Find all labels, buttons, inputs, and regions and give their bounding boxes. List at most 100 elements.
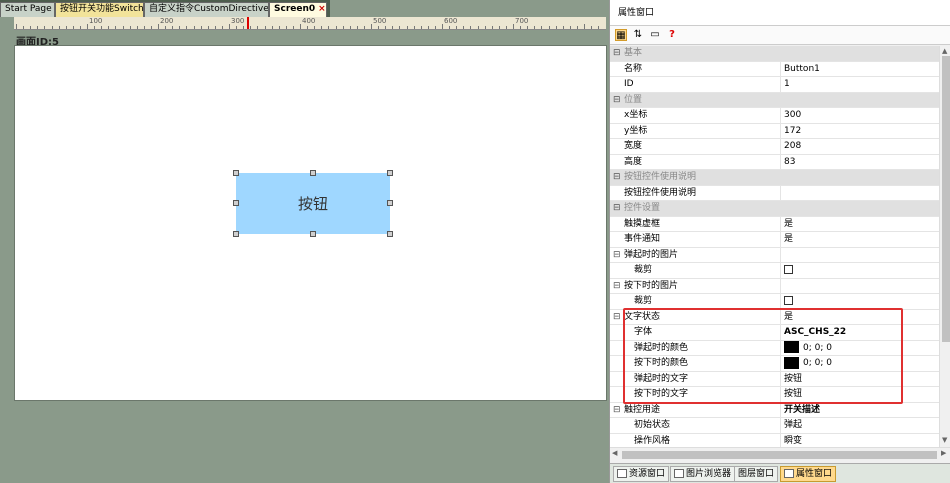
property-grid-hscroll[interactable]: ◀ ▶ [610,447,950,461]
resize-handle-sw[interactable] [233,231,239,237]
property-row[interactable]: 初始状态 弹起 [610,418,939,434]
collapse-icon[interactable]: ⊟ [613,46,621,62]
collapse-icon[interactable]: ⊟ [613,170,621,186]
property-value[interactable]: 300 [784,108,938,124]
resize-handle-e[interactable] [387,200,393,206]
collapse-icon[interactable]: ⊟ [613,248,621,264]
sort-alpha-icon[interactable]: ⇅ [632,29,644,41]
property-value[interactable]: ASC_CHS_22 [784,325,938,341]
resize-handle-s[interactable] [310,231,316,237]
property-row[interactable]: 裁剪 [610,294,939,310]
property-row[interactable]: 操作风格 瞬变 [610,433,939,448]
property-value[interactable]: 按钮 [784,372,938,388]
resize-handle-ne[interactable] [387,170,393,176]
resize-handle-w[interactable] [233,200,239,206]
color-swatch[interactable] [784,341,799,353]
checkbox[interactable] [784,265,793,274]
collapse-icon[interactable]: ⊟ [613,403,621,419]
tab-screen0[interactable]: Screen0 × [269,2,327,17]
property-pages-icon[interactable]: ▭ [649,29,661,41]
property-row[interactable]: 名称 Button1 [610,61,939,78]
property-value[interactable]: 1 [784,77,938,93]
property-row[interactable]: 弹起时的颜色 0; 0; 0 [610,340,939,357]
color-swatch[interactable] [784,356,799,369]
property-row[interactable]: ⊟ 按下时的图片 [610,278,939,295]
tab-layer-window[interactable]: 图层窗口 [734,466,779,482]
property-row[interactable]: 触摸虚框是 [610,216,939,233]
help-icon[interactable]: ? [666,29,678,41]
canvas-button-widget[interactable]: 按钮 [236,173,390,234]
property-row[interactable]: ⊟ 弹起时的图片 [610,247,939,264]
scroll-down-icon[interactable]: ▼ [942,436,947,444]
property-value[interactable]: 0; 0; 0 [784,341,938,357]
property-row[interactable]: ⊟ 触控用途 开关描述 [610,402,939,419]
property-value[interactable]: 按钮 [784,387,938,403]
property-row[interactable]: ID 1 [610,77,939,93]
ruler-tick [179,26,181,29]
property-row[interactable]: 事件通知是 [610,232,939,248]
property-value[interactable]: 是 [784,217,938,233]
property-category-row[interactable]: ⊟ 按钮控件使用说明 [610,170,939,186]
property-grid-vscroll[interactable]: ▲ ▼ [939,46,950,447]
checkbox[interactable] [784,296,793,305]
property-row[interactable]: 高度 83 [610,154,939,171]
collapse-icon[interactable]: ⊟ [613,93,621,109]
property-category-row[interactable]: ⊟ 控件设置 [610,201,939,217]
property-row[interactable]: x坐标 300 [610,108,939,124]
ruler-tick [513,24,514,29]
property-value[interactable]: 弹起 [784,418,938,434]
property-row[interactable]: 按钮控件使用说明 [610,185,939,201]
property-value[interactable]: 瞬变 [784,434,938,448]
property-name: 基本 [624,48,643,58]
ruler-tick [420,26,422,29]
tab-start-page[interactable]: Start Page [0,2,55,17]
scroll-up-icon[interactable]: ▲ [942,47,947,55]
property-value-text: Button1 [784,63,820,74]
tab-label: Screen0 [274,4,316,14]
tab-resource-window[interactable]: 资源窗口 [613,466,670,482]
scroll-left-icon[interactable]: ◀ [612,449,617,457]
tab-custom-directives[interactable]: 自定义指令CustomDirectives [144,2,269,17]
property-value[interactable]: 172 [784,124,938,140]
close-icon[interactable]: × [318,4,326,14]
property-value[interactable]: 83 [784,155,938,171]
resize-handle-se[interactable] [387,231,393,237]
property-row[interactable]: 按下时的文字 按钮 [610,387,939,403]
property-category-row[interactable]: ⊟ 基本 [610,46,939,62]
property-row[interactable]: y坐标 172 [610,123,939,140]
tab-properties-window[interactable]: 属性窗口 [780,466,837,482]
property-value[interactable]: 208 [784,139,938,155]
categorized-icon[interactable]: ▦ [615,29,627,41]
property-value[interactable] [784,263,938,279]
property-value[interactable]: Button1 [784,62,938,78]
property-row[interactable]: 宽度 208 [610,139,939,155]
hscroll-thumb[interactable] [622,451,937,459]
scroll-right-icon[interactable]: ▶ [941,449,946,457]
property-row[interactable]: ⊟ 文字状态是 [610,309,939,326]
collapse-icon[interactable]: ⊟ [613,310,621,326]
property-value[interactable]: 0; 0; 0 [784,356,938,372]
property-grid: ⊟ 基本 名称 Button1 ID 1 ⊟ 位置 x坐标 300 y坐标 172 宽度 208 高度 83 ⊟… [610,46,939,447]
ruler-tick [470,26,472,29]
collapse-icon[interactable]: ⊟ [613,279,621,295]
property-value-text: 弹起 [784,420,803,430]
property-row[interactable]: 按下时的颜色 0; 0; 0 [610,356,939,372]
tab-image-browser[interactable]: 图片浏览器 [670,466,736,482]
tab-label: 图层窗口 [738,469,775,479]
property-value[interactable]: 开关描述 [784,403,938,419]
resize-handle-n[interactable] [310,170,316,176]
property-row[interactable]: 弹起时的文字 按钮 [610,371,939,388]
resize-handle-nw[interactable] [233,170,239,176]
properties-toolbar: ▦ ⇅ ▭ ? [610,26,950,45]
property-value[interactable] [784,294,938,310]
property-category-row[interactable]: ⊟ 位置 [610,92,939,109]
property-name: 初始状态 [624,418,781,433]
ruler-tick [129,26,131,29]
property-value[interactable]: 是 [784,232,938,248]
property-row[interactable]: 字体 ASC_CHS_22 [610,325,939,341]
collapse-icon[interactable]: ⊟ [613,201,621,217]
property-value[interactable]: 是 [784,310,938,326]
vscroll-thumb[interactable] [942,56,950,342]
tab-switch[interactable]: 按钮开关功能Switch [55,2,144,17]
property-row[interactable]: 裁剪 [610,263,939,279]
